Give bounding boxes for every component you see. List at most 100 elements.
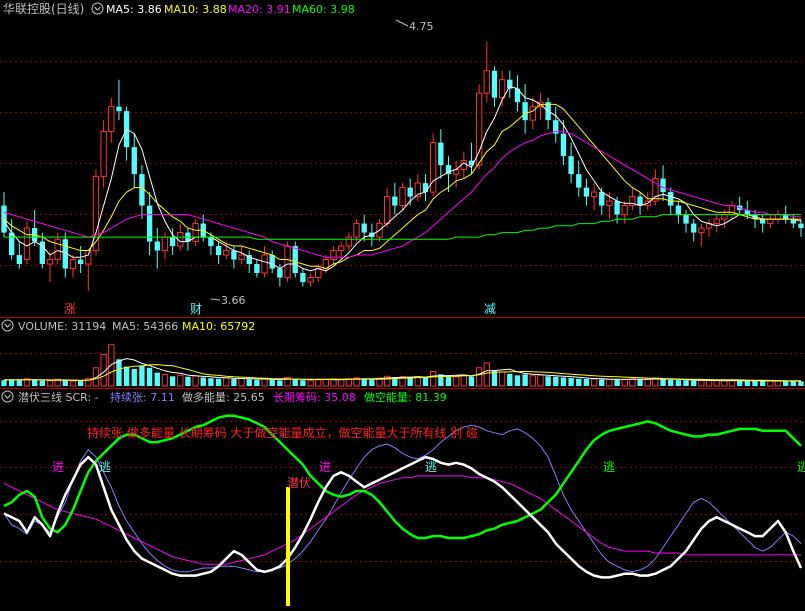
candle-body [483,70,490,94]
volume-bar-98 [752,381,758,386]
volume-bar-86 [660,379,666,386]
volume-bar-21 [161,373,169,387]
legend-changqi: 长期筹码: 35.08 [273,390,356,404]
volume-bar-26 [200,377,206,386]
volume-bar-36 [277,380,283,386]
legend-indicator-name: 潜伏三线 SCR: - [18,390,99,404]
signal-jin-2: 进 [319,460,331,474]
volume-bar-10 [77,380,84,386]
stock-chart[interactable]: 4.75 3.66 涨 财 减 持续张 做多能量 长期筹码 大于做空能量成立，做… [0,0,805,611]
candle-body [760,219,766,224]
volume-bar-75 [576,378,582,386]
candle-body [108,106,115,132]
indicator-rule-note: 持续张 做多能量 长期筹码 大于做空能量成立，做空能量大于所有线 别 碰 [87,425,478,440]
volume-bar-28 [215,378,222,386]
candle-body [261,254,268,274]
stock-title: 华联控股(日线) [3,2,84,16]
volume-bar-5 [39,380,45,386]
candle-body [154,241,160,251]
candle-body [161,236,169,252]
volume-bar-2 [16,380,23,386]
volume-bar-27 [208,378,214,386]
candle-body [16,255,23,265]
candle-56 [429,133,437,197]
volume-bar-72 [553,376,559,386]
candle-body [54,238,61,261]
volume-bar-88 [675,380,682,386]
candle-body [660,178,666,193]
legend-chixuzhang: 持续张: 7.11 [110,390,175,404]
volume-bar-30 [231,378,237,386]
candle-body [315,268,322,279]
legend-volume: VOLUME: 31194 [18,320,106,333]
candle-body [269,255,275,269]
volume-bar-14 [108,344,115,387]
candle-body [491,70,498,98]
event-tag-zhang: 涨 [64,301,76,316]
candle-body [8,232,15,256]
candle-body [192,223,199,243]
candle-body [254,264,260,274]
legend-zuokong: 做空能量: 81.39 [364,390,447,404]
candle-body [606,200,613,207]
volume-bar-84 [644,378,651,387]
volume-bar-92 [705,380,713,387]
legend-ma20: MA20: 3.91 [228,3,291,16]
volume-bar-31 [238,377,245,387]
volume-bar-53 [407,377,413,386]
candle-body [284,245,291,279]
volume-bar-95 [728,380,736,387]
volume-bar-91 [698,379,705,387]
volume-bar-56 [429,370,437,387]
candle-body [407,187,413,197]
volume-bar-20 [154,372,160,386]
candle-body [215,246,222,256]
volume-bar-4 [31,379,38,386]
candle-body [668,192,674,206]
volume-bar-32 [246,379,252,386]
chart-background [0,0,805,611]
candle-body [116,106,122,112]
candle-body [169,237,176,247]
signal-tao-1: 逃 [99,460,111,474]
candle-body [292,246,298,274]
volume-bar-94 [721,380,728,387]
candle-body [231,250,237,260]
volume-bar-8 [62,380,68,386]
candle-body [338,245,345,252]
candle-25 [192,219,199,247]
signal-tao-4: 逃 [797,460,805,474]
volume-bar-79 [606,378,613,387]
volume-bar-15 [116,359,122,386]
volume-bar-48 [369,378,375,386]
volume-bar-104 [798,381,804,386]
legend-ma60: MA60: 3.98 [292,3,355,16]
volume-bar-97 [744,380,751,386]
candle-body [576,174,582,188]
candle-body [131,147,137,175]
candle-body [307,277,314,283]
candle-body [353,223,360,238]
volume-bar-16 [123,366,130,386]
candle-body [100,130,107,177]
event-tag-jian: 减 [484,302,496,316]
candle-body [223,250,230,256]
indicator-panel-header: 潜伏三线 SCR: - 持续张: 7.11 做多能量: 25.65 长期筹码: … [1,390,447,404]
volume-bar-69 [529,375,536,387]
candle-body [399,187,406,207]
volume-bar-41 [315,379,322,387]
volume-bar-103 [790,381,797,386]
volume-bar-33 [254,379,260,386]
volume-bar-23 [177,374,184,387]
candle-body [675,205,682,215]
volume-bar-93 [713,380,720,387]
candle-body [361,223,367,233]
candle-body [568,156,574,175]
volume-bar-24 [185,376,191,386]
volume-bar-90 [691,380,697,386]
volume-bar-76 [583,378,590,386]
high-price-label: 4.75 [409,20,434,33]
candle-body [1,205,7,233]
candle-body [85,250,92,265]
volume-bar-55 [422,377,429,386]
